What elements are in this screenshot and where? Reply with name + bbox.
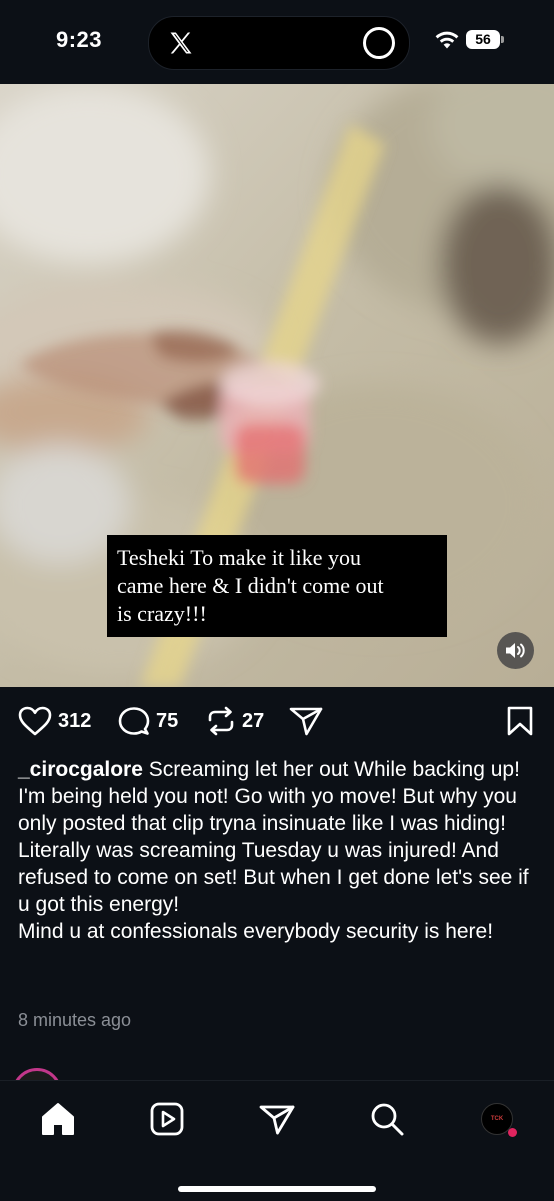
- post-username[interactable]: _cirocgalore: [18, 758, 143, 781]
- post-line-1: _cirocgalore Screaming let her out While…: [18, 756, 538, 837]
- nav-profile[interactable]: TCK: [477, 1099, 517, 1139]
- bottom-nav: TCK: [0, 1080, 554, 1201]
- post-text-2: Literally was screaming Tuesday u was in…: [18, 839, 529, 916]
- like-count: 312: [58, 709, 92, 732]
- recording-indicator-icon: [363, 27, 395, 59]
- status-time: 9:23: [56, 27, 103, 52]
- bookmark-icon: [507, 706, 533, 736]
- search-icon: [371, 1103, 404, 1136]
- video-caption: Tesheki To make it like you came here & …: [107, 535, 447, 637]
- speaker-icon: [506, 643, 525, 658]
- home-icon: [42, 1103, 74, 1135]
- repost-count: 27: [242, 709, 265, 732]
- repost-button[interactable]: 27: [206, 706, 264, 736]
- status-bar: 9:23 56: [0, 0, 554, 84]
- comment-icon: [118, 707, 150, 735]
- share-icon: [289, 707, 323, 736]
- notification-dot: [508, 1128, 517, 1137]
- wifi-icon: [435, 31, 459, 49]
- battery-indicator: 56: [466, 30, 500, 49]
- video-caption-text: Tesheki To make it like you came here & …: [117, 545, 384, 626]
- post-video[interactable]: Tesheki To make it like you came here & …: [0, 84, 554, 687]
- dynamic-island: [148, 16, 410, 70]
- repost-icon: [208, 706, 234, 736]
- comment-count: 75: [156, 709, 179, 732]
- comment-button[interactable]: 75: [118, 706, 178, 736]
- nav-search[interactable]: [367, 1099, 407, 1139]
- bookmark-button[interactable]: [507, 706, 533, 736]
- heart-icon: [18, 706, 52, 736]
- battery-tip: [501, 36, 504, 43]
- video-icon: [150, 1102, 184, 1136]
- messages-icon: [259, 1105, 295, 1135]
- post-text-3: Mind u at confessionals everybody securi…: [18, 920, 494, 943]
- share-button[interactable]: [289, 706, 323, 736]
- post-timestamp: 8 minutes ago: [18, 1010, 132, 1030]
- post-actions: 312 75 27: [0, 687, 554, 753]
- x-logo-icon: [170, 32, 192, 54]
- mute-button[interactable]: [497, 632, 534, 669]
- post-caption: _cirocgalore Screaming let her out While…: [18, 756, 538, 945]
- like-button[interactable]: 312: [18, 706, 91, 736]
- home-indicator[interactable]: [178, 1186, 376, 1192]
- nav-messages[interactable]: [257, 1099, 297, 1139]
- nav-home[interactable]: [38, 1099, 78, 1139]
- nav-video[interactable]: [147, 1099, 187, 1139]
